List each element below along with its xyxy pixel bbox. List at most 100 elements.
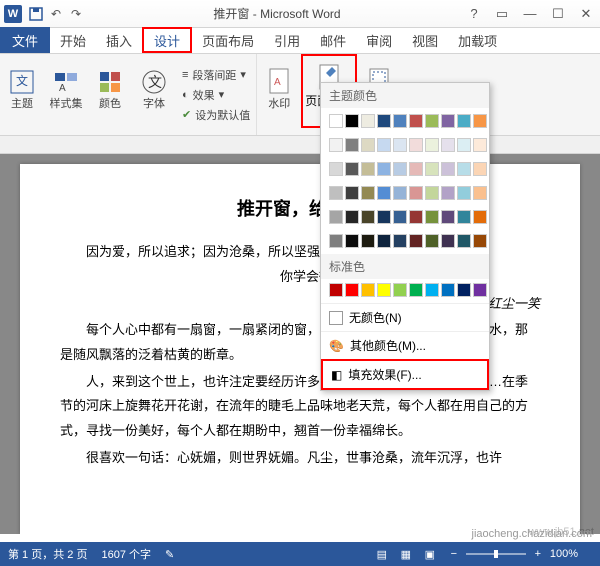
color-swatch[interactable] xyxy=(473,186,487,200)
tab-addins[interactable]: 加载项 xyxy=(448,27,507,53)
color-swatch[interactable] xyxy=(377,162,391,176)
color-swatch[interactable] xyxy=(409,210,423,224)
maximize-icon[interactable]: ☐ xyxy=(544,3,572,25)
word-count[interactable]: 1607 个字 xyxy=(101,546,151,562)
color-swatch[interactable] xyxy=(457,138,471,152)
tab-file[interactable]: 文件 xyxy=(0,27,50,53)
minimize-icon[interactable]: — xyxy=(516,3,544,25)
color-swatch[interactable] xyxy=(425,186,439,200)
color-swatch[interactable] xyxy=(329,283,343,297)
color-swatch[interactable] xyxy=(393,283,407,297)
colors-button[interactable]: 颜色 xyxy=(88,54,132,124)
zoom-in-icon[interactable]: + xyxy=(526,544,550,564)
color-swatch[interactable] xyxy=(441,114,455,128)
color-swatch[interactable] xyxy=(473,114,487,128)
color-swatch[interactable] xyxy=(425,162,439,176)
color-swatch[interactable] xyxy=(425,210,439,224)
color-swatch[interactable] xyxy=(457,114,471,128)
color-swatch[interactable] xyxy=(345,114,359,128)
color-swatch[interactable] xyxy=(457,234,471,248)
tab-layout[interactable]: 页面布局 xyxy=(192,27,264,53)
color-swatch[interactable] xyxy=(425,114,439,128)
zoom-slider[interactable] xyxy=(466,544,526,564)
styleset-button[interactable]: A 样式集 xyxy=(44,54,88,124)
color-swatch[interactable] xyxy=(425,234,439,248)
fill-effects-item[interactable]: ◧ 填充效果(F)... xyxy=(321,359,489,390)
color-swatch[interactable] xyxy=(345,283,359,297)
more-colors-item[interactable]: 🎨 其他颜色(M)... xyxy=(321,331,489,359)
color-swatch[interactable] xyxy=(409,186,423,200)
color-swatch[interactable] xyxy=(345,162,359,176)
color-swatch[interactable] xyxy=(409,138,423,152)
color-swatch[interactable] xyxy=(393,186,407,200)
set-default-button[interactable]: ✔设为默认值 xyxy=(182,107,250,123)
color-swatch[interactable] xyxy=(393,138,407,152)
tab-review[interactable]: 审阅 xyxy=(356,27,402,53)
themes-button[interactable]: 文 主题 xyxy=(0,54,44,124)
color-swatch[interactable] xyxy=(361,186,375,200)
color-swatch[interactable] xyxy=(409,162,423,176)
color-swatch[interactable] xyxy=(329,186,343,200)
close-icon[interactable]: ✕ xyxy=(572,3,600,25)
no-color-item[interactable]: 无颜色(N) xyxy=(321,303,489,331)
tab-insert[interactable]: 插入 xyxy=(96,27,142,53)
color-swatch[interactable] xyxy=(329,234,343,248)
print-layout-icon[interactable]: ▦ xyxy=(394,544,418,564)
read-mode-icon[interactable]: ▤ xyxy=(370,544,394,564)
color-swatch[interactable] xyxy=(345,138,359,152)
color-swatch[interactable] xyxy=(361,210,375,224)
color-swatch[interactable] xyxy=(377,138,391,152)
color-swatch[interactable] xyxy=(345,186,359,200)
color-swatch[interactable] xyxy=(409,283,423,297)
color-swatch[interactable] xyxy=(361,114,375,128)
paragraph-spacing-button[interactable]: ≡段落间距 ▾ xyxy=(182,67,250,83)
color-swatch[interactable] xyxy=(441,283,455,297)
zoom-percent[interactable]: 100% xyxy=(550,548,578,560)
color-swatch[interactable] xyxy=(457,162,471,176)
zoom-out-icon[interactable]: − xyxy=(442,544,466,564)
color-swatch[interactable] xyxy=(441,234,455,248)
color-swatch[interactable] xyxy=(329,162,343,176)
color-swatch[interactable] xyxy=(329,114,343,128)
proofing-icon[interactable]: ✎ xyxy=(165,548,174,561)
page-count[interactable]: 第 1 页，共 2 页 xyxy=(8,546,87,562)
color-swatch[interactable] xyxy=(377,186,391,200)
color-swatch[interactable] xyxy=(457,283,471,297)
tab-mailings[interactable]: 邮件 xyxy=(310,27,356,53)
fonts-button[interactable]: 文 字体 xyxy=(132,54,176,124)
color-swatch[interactable] xyxy=(361,138,375,152)
color-swatch[interactable] xyxy=(329,210,343,224)
color-swatch[interactable] xyxy=(441,210,455,224)
color-swatch[interactable] xyxy=(441,138,455,152)
undo-icon[interactable]: ↶ xyxy=(46,4,66,24)
color-swatch[interactable] xyxy=(409,234,423,248)
tab-references[interactable]: 引用 xyxy=(264,27,310,53)
web-layout-icon[interactable]: ▣ xyxy=(418,544,442,564)
tab-design[interactable]: 设计 xyxy=(142,27,192,53)
watermark-button[interactable]: A 水印 xyxy=(257,54,301,124)
color-swatch[interactable] xyxy=(393,114,407,128)
color-swatch[interactable] xyxy=(457,186,471,200)
color-swatch[interactable] xyxy=(361,234,375,248)
color-swatch[interactable] xyxy=(393,162,407,176)
color-swatch[interactable] xyxy=(473,234,487,248)
color-swatch[interactable] xyxy=(377,283,391,297)
color-swatch[interactable] xyxy=(473,283,487,297)
color-swatch[interactable] xyxy=(473,210,487,224)
color-swatch[interactable] xyxy=(393,210,407,224)
color-swatch[interactable] xyxy=(473,138,487,152)
effects-button[interactable]: ◐效果 ▾ xyxy=(182,87,250,103)
color-swatch[interactable] xyxy=(345,210,359,224)
color-swatch[interactable] xyxy=(409,114,423,128)
color-swatch[interactable] xyxy=(425,283,439,297)
color-swatch[interactable] xyxy=(361,162,375,176)
help-icon[interactable]: ? xyxy=(460,3,488,25)
color-swatch[interactable] xyxy=(329,138,343,152)
color-swatch[interactable] xyxy=(425,138,439,152)
color-swatch[interactable] xyxy=(473,162,487,176)
color-swatch[interactable] xyxy=(361,283,375,297)
color-swatch[interactable] xyxy=(393,234,407,248)
save-icon[interactable] xyxy=(26,4,46,24)
color-swatch[interactable] xyxy=(377,234,391,248)
redo-icon[interactable]: ↷ xyxy=(66,4,86,24)
